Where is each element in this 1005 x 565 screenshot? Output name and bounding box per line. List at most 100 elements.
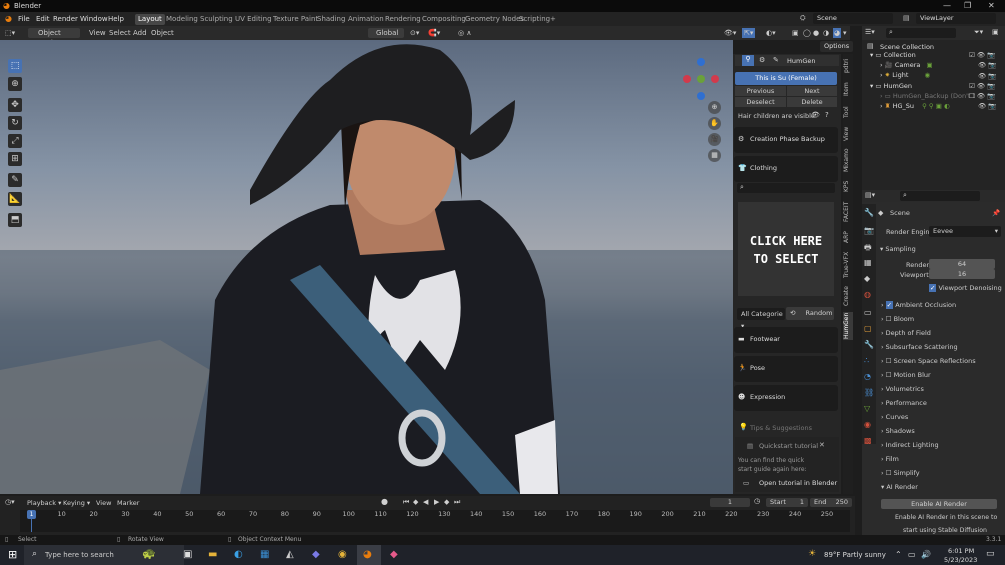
notifications-icon[interactable]: ▭ xyxy=(986,549,995,559)
playback-menu[interactable]: Playback ▾ xyxy=(27,499,61,507)
menu-window[interactable]: Window xyxy=(80,15,108,23)
transform-tool-icon[interactable]: ⊞ xyxy=(8,152,22,166)
sidebar-tab-pdtri[interactable]: pdtri xyxy=(843,56,853,76)
camera-visibility-icons[interactable]: 👁 📷 xyxy=(969,60,1003,70)
minimize-icon[interactable]: — xyxy=(943,1,951,10)
outliner-row-collection[interactable]: ▾ ▭ Collection xyxy=(870,50,916,60)
previous-button[interactable]: Previous xyxy=(735,86,786,96)
shading-material-icon[interactable]: ◑ xyxy=(823,28,829,38)
prev-keyframe-icon[interactable]: ◆ xyxy=(413,498,418,506)
eye-icon[interactable]: 👁 xyxy=(811,111,820,119)
collection-props-icon[interactable]: ▭ xyxy=(864,308,872,317)
cursor-tool-icon[interactable]: ⊕ xyxy=(8,77,22,91)
add-workspace-button[interactable]: + xyxy=(550,15,556,23)
store-icon[interactable]: ▦ xyxy=(260,549,269,560)
outliner-row-humgen[interactable]: ▾ ▭ HumGen xyxy=(870,81,912,91)
timeline-ruler[interactable]: 1102030405060708090100110120130140150160… xyxy=(20,510,850,532)
shading-wire-icon[interactable]: ◯ xyxy=(803,28,811,38)
sidebar-tab-view[interactable]: View xyxy=(843,125,853,143)
panel-simplify[interactable]: › ☐ Simplify xyxy=(881,469,920,477)
outliner-search-input[interactable]: ⌕ xyxy=(886,28,956,38)
task-view-icon[interactable]: ▣ xyxy=(183,549,192,560)
options-button[interactable]: Options xyxy=(820,41,854,52)
menu-file[interactable]: File xyxy=(18,15,30,23)
edge-icon[interactable]: ◐ xyxy=(234,549,243,560)
panel-ambient-occlusion[interactable]: › ✓ Ambient Occlusion xyxy=(881,301,956,309)
tab-scripting[interactable]: Scripting xyxy=(519,15,550,23)
tab-rendering[interactable]: Rendering xyxy=(385,15,421,23)
modifier-props-icon[interactable]: 🔧 xyxy=(864,340,874,349)
material-props-icon[interactable]: ◉ xyxy=(864,420,871,429)
navigation-gizmo[interactable] xyxy=(678,58,724,104)
panel-depth-of-field[interactable]: › Depth of Field xyxy=(881,329,931,337)
clock-date[interactable]: 5/23/2023 xyxy=(944,556,977,564)
maximize-icon[interactable]: ❐ xyxy=(964,1,971,10)
sampling-panel-header[interactable]: ▾ Sampling xyxy=(880,245,916,253)
sidebar-tab-faceit[interactable]: FACEIT xyxy=(843,200,853,224)
axis-z-positive[interactable] xyxy=(697,58,705,66)
proportional-icon[interactable]: ◎ ∧ xyxy=(458,28,471,38)
sidebar-tab-kps[interactable]: KPS xyxy=(843,178,853,194)
xray-icon[interactable]: ▣ xyxy=(792,28,799,38)
render-engine-dropdown[interactable]: Eevee ▾ xyxy=(929,226,1001,237)
next-button[interactable]: Next xyxy=(787,86,837,96)
panel-curves[interactable]: › Curves xyxy=(881,413,908,421)
clock-time[interactable]: 6:01 PM xyxy=(948,547,974,555)
windows-start-icon[interactable]: ⊞ xyxy=(8,548,17,561)
sidebar-tab-humgen[interactable]: HumGen xyxy=(843,312,853,340)
humgen-person-icon[interactable]: ⚲ xyxy=(742,55,754,66)
panel-volumetrics[interactable]: › Volumetrics xyxy=(881,385,924,393)
jump-end-icon[interactable]: ⏭ xyxy=(454,498,460,507)
sidebar-tab-mixamo[interactable]: Mixamo xyxy=(843,148,853,172)
tray-chevron-icon[interactable]: ⌃ xyxy=(895,550,902,559)
hg-su-visibility-icons[interactable]: 👁 📷 xyxy=(969,101,1003,111)
next-keyframe-icon[interactable]: ◆ xyxy=(444,498,449,506)
sidebar-tab-arp[interactable]: ARP xyxy=(843,229,853,245)
keying-menu[interactable]: Keying ▾ xyxy=(63,499,90,507)
mode-dropdown[interactable]: Object Mode xyxy=(28,28,80,47)
viewport-samples-field[interactable]: 16 xyxy=(929,269,995,279)
timeline-editor-icon[interactable]: ◷▾ xyxy=(5,498,15,506)
pivot-icon[interactable]: ⊙▾ xyxy=(410,28,419,38)
tab-uv-editing[interactable]: UV Editing xyxy=(235,15,272,23)
new-collection-icon[interactable]: ▣ xyxy=(992,28,999,36)
axis-x-negative[interactable] xyxy=(683,75,691,83)
menu-view[interactable]: View xyxy=(89,28,106,38)
pose-section[interactable]: 🏃 Pose xyxy=(734,356,838,382)
axis-y-positive[interactable] xyxy=(697,75,705,83)
panel-shadows[interactable]: › Shadows xyxy=(881,427,915,435)
panel-indirect-lighting[interactable]: › Indirect Lighting xyxy=(881,441,939,449)
help-icon[interactable]: ? xyxy=(825,111,829,119)
humgen-visibility-icons[interactable]: ☑ 👁 📷 xyxy=(969,81,1003,91)
panel-performance[interactable]: › Performance xyxy=(881,399,927,407)
tab-animation[interactable]: Animation xyxy=(348,15,384,23)
view-layer-selector[interactable]: ViewLayer xyxy=(916,13,996,24)
panel-subsurface-scattering[interactable]: › Subsurface Scattering xyxy=(881,343,958,351)
tab-compositing[interactable]: Compositing xyxy=(422,15,466,23)
camera-view-icon[interactable]: 🎥 xyxy=(708,133,721,146)
menu-render[interactable]: Render xyxy=(53,15,78,23)
shading-options-icon[interactable]: ▾ xyxy=(843,28,847,38)
deselect-button[interactable]: Deselect xyxy=(735,97,786,107)
expression-section[interactable]: ☻ Expression xyxy=(734,385,838,411)
outliner-editor-icon[interactable]: ☰▾ xyxy=(865,28,875,36)
visibility-icon[interactable]: 👁▾ xyxy=(724,28,736,38)
outliner-row-humgen-backup[interactable]: › ▭ HumGen_Backup (Don't t xyxy=(880,91,975,101)
weather-text[interactable]: 89°F Partly sunny xyxy=(824,551,886,559)
app-icon-2[interactable]: ◆ xyxy=(312,549,320,560)
render-props-icon[interactable]: 📷 xyxy=(864,226,874,235)
jump-start-icon[interactable]: ⏮ xyxy=(403,498,409,507)
panel-motion-blur[interactable]: › ☐ Motion Blur xyxy=(881,371,931,379)
particles-props-icon[interactable]: ∴ xyxy=(864,356,869,365)
outliner-row-hg-su[interactable]: › ♜ HG_Su ⚲ ⚲ ▣ ◐ xyxy=(880,101,950,111)
snap-icon[interactable]: 🧲▾ xyxy=(428,28,440,38)
panel-bloom[interactable]: › ☐ Bloom xyxy=(881,315,914,323)
axis-x-positive[interactable] xyxy=(711,75,719,83)
tab-geometry-nodes[interactable]: Geometry Nodes xyxy=(465,15,524,23)
menu-select[interactable]: Select xyxy=(109,28,131,38)
clothing-section[interactable]: 👕 Clothing xyxy=(734,156,838,182)
object-props-icon[interactable]: ▢ xyxy=(864,324,872,333)
gizmo-toggle-icon[interactable]: ⇱▾ xyxy=(742,28,756,38)
quickstart-close-icon[interactable]: ✕ xyxy=(819,441,825,449)
tab-modeling[interactable]: Modeling xyxy=(166,15,198,23)
